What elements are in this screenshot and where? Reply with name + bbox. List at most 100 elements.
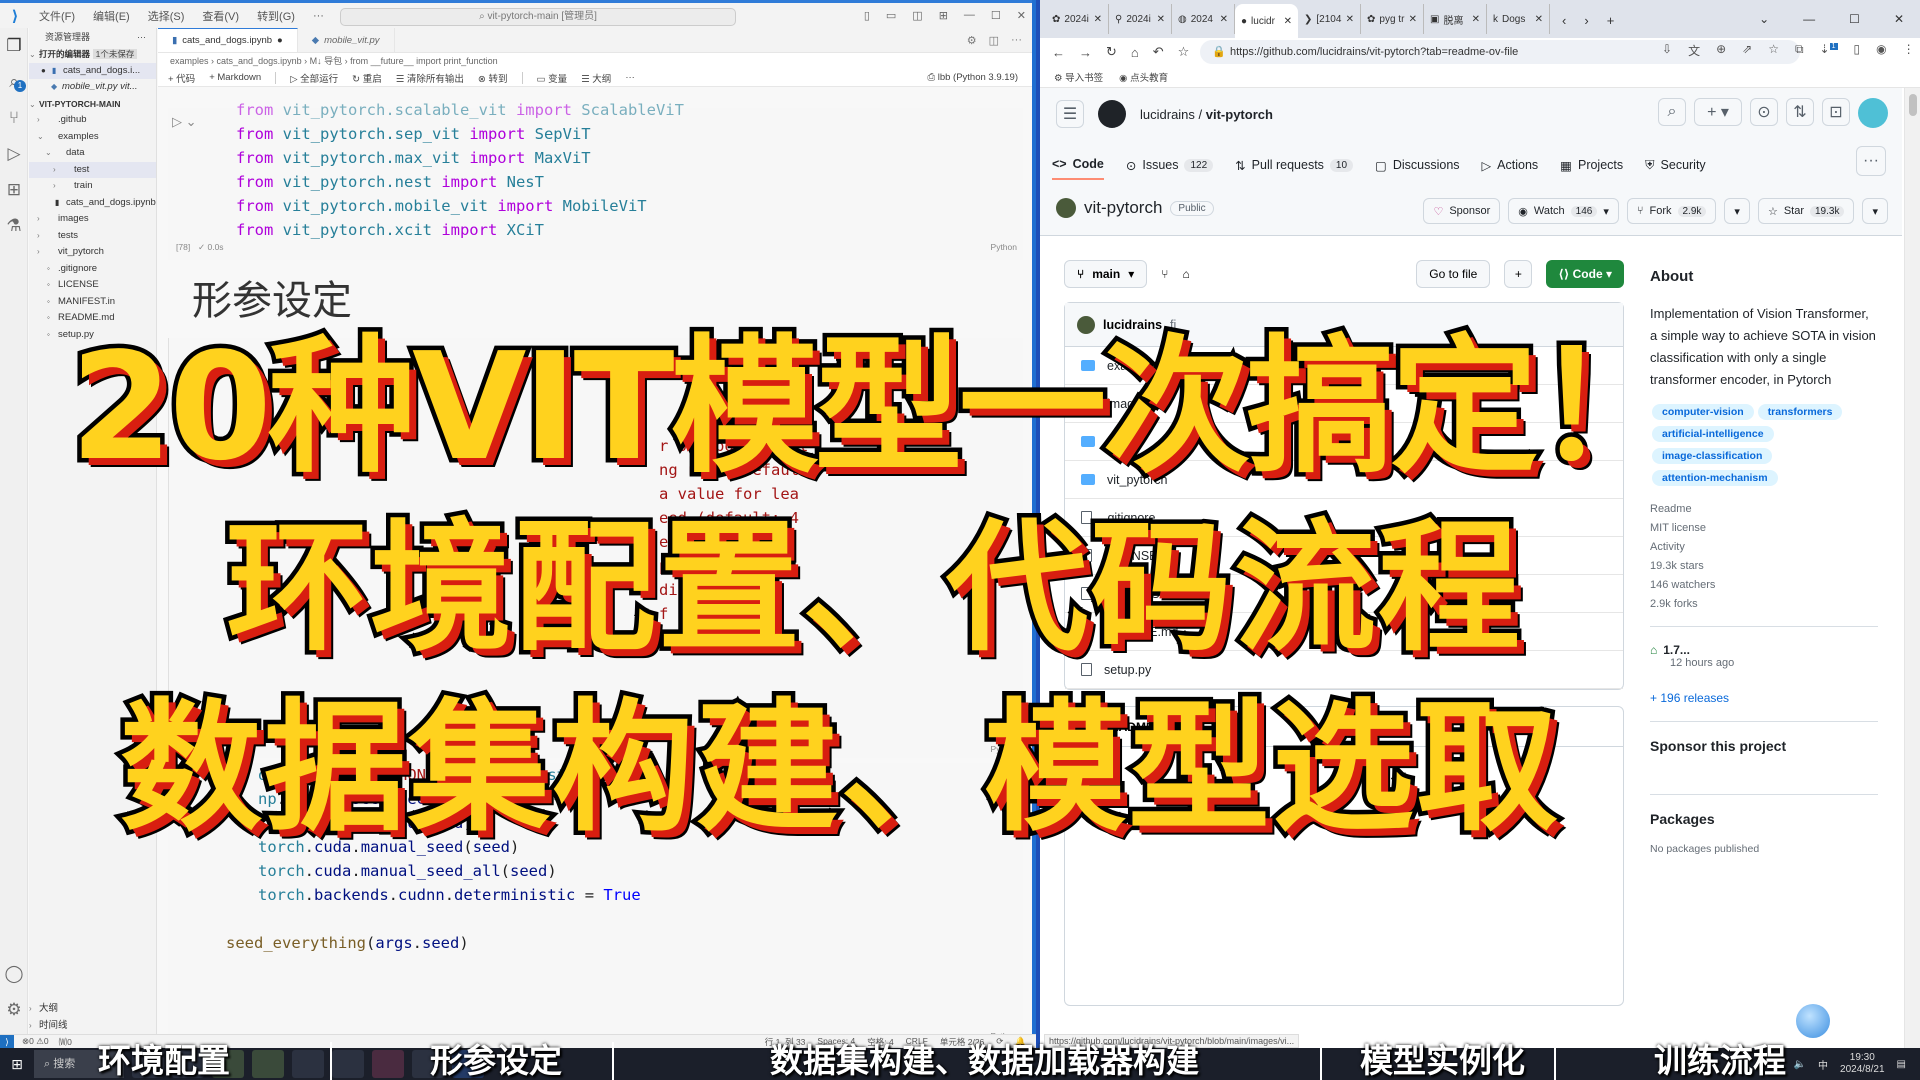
- file-row[interactable]: README.md: [1065, 613, 1623, 651]
- commit-message[interactable]: fi: [1170, 318, 1176, 332]
- commit-message[interactable]: provi: [1293, 359, 1320, 373]
- more-releases-link[interactable]: + 196 releases: [1650, 691, 1878, 705]
- tab-scroll-right-icon[interactable]: ›: [1584, 13, 1588, 28]
- close-icon[interactable]: ✕: [1894, 12, 1904, 26]
- file-name[interactable]: README.md: [1104, 625, 1178, 639]
- notification-center-icon[interactable]: ▤: [1897, 1059, 1906, 1070]
- close-icon[interactable]: ✕: [1017, 9, 1026, 22]
- notifications-icon[interactable]: 🔔: [1015, 1036, 1026, 1048]
- minimize-icon[interactable]: —: [1803, 12, 1815, 26]
- tree-item[interactable]: ⌄ data: [29, 145, 156, 162]
- fork-dropdown[interactable]: ▾: [1724, 198, 1750, 224]
- file-name[interactable]: examples: [1107, 359, 1161, 373]
- tree-item[interactable]: ◦ README.md: [29, 310, 156, 327]
- github-logo-icon[interactable]: [1098, 100, 1126, 128]
- browser-tab[interactable]: ❯ [2104 ✕: [1298, 4, 1361, 34]
- menu-edit[interactable]: 编辑(E): [84, 8, 139, 24]
- taskbar-app-icon[interactable]: [252, 1050, 284, 1078]
- menu-view[interactable]: 查看(V): [193, 8, 248, 24]
- split-icon[interactable]: ◫: [912, 9, 922, 22]
- browser-tab[interactable]: k Dogs ✕: [1487, 4, 1550, 34]
- fork-button[interactable]: ⑂ Fork 2.9k: [1626, 198, 1717, 224]
- bookmark-item[interactable]: ◉ 点头教育: [1119, 70, 1168, 84]
- extensions-icon[interactable]: ⊞: [0, 172, 28, 208]
- profile-icon[interactable]: ◉: [1876, 42, 1886, 59]
- timeline-section[interactable]: › 时间线: [29, 1018, 156, 1035]
- cell-indicator[interactable]: 单元格 2/26: [940, 1036, 984, 1048]
- add-file-button[interactable]: +: [1504, 260, 1533, 288]
- hamburger-menu-icon[interactable]: ☰: [1056, 100, 1084, 128]
- tab-scroll-left-icon[interactable]: ‹: [1562, 13, 1566, 28]
- eol-setting[interactable]: CRLF: [906, 1036, 928, 1048]
- issues-icon[interactable]: ⊙: [1750, 98, 1778, 126]
- layout-icon[interactable]: ▯: [864, 9, 870, 22]
- toolbar-more-button[interactable]: ···: [625, 72, 635, 83]
- topic-tag[interactable]: attention-mechanism: [1652, 470, 1778, 486]
- breadcrumb-item[interactable]: examples: [170, 56, 209, 66]
- volume-icon[interactable]: 🔈: [1794, 1059, 1806, 1070]
- sponsor-button[interactable]: ♡ Sponsor: [1423, 198, 1501, 224]
- browser-tab[interactable]: ✿ pyg tr ✕: [1361, 4, 1424, 34]
- favorite-icon[interactable]: ☆: [1768, 42, 1779, 59]
- open-editor-item[interactable]: ◆ mobile_vit.py vit...: [29, 79, 156, 96]
- settings-gear-icon[interactable]: ⚙: [0, 992, 28, 1028]
- menu-go[interactable]: 转到(G): [248, 8, 304, 24]
- file-name[interactable]: images: [1107, 397, 1147, 411]
- tab-close-icon[interactable]: ✕: [1535, 14, 1543, 25]
- browser-tab[interactable]: ⚲ 2024i ✕: [1109, 4, 1172, 34]
- maximize-icon[interactable]: ☐: [991, 9, 1001, 22]
- testing-icon[interactable]: ⚗: [0, 208, 28, 244]
- owner-link[interactable]: lucidrains: [1140, 107, 1195, 122]
- source-control-icon[interactable]: ⑂: [0, 100, 28, 136]
- taskbar-app-wps-icon[interactable]: [132, 1050, 164, 1078]
- sync-icon[interactable]: ⟳: [996, 1036, 1003, 1048]
- browser-tab[interactable]: ● lucidr ✕: [1235, 4, 1298, 38]
- open-editor-item[interactable]: ● ▮ cats_and_dogs.i...: [29, 62, 156, 79]
- tree-item[interactable]: ◦ MANIFEST.in: [29, 294, 156, 311]
- packages-title[interactable]: Packages: [1650, 811, 1878, 827]
- readme-tab[interactable]: 📖 README: [1065, 707, 1623, 747]
- repo-nav-more-icon[interactable]: ···: [1856, 146, 1886, 176]
- menu-file[interactable]: 文件(F): [30, 8, 84, 24]
- run-debug-icon[interactable]: ▷: [0, 136, 28, 172]
- tree-item[interactable]: › vit_pytorch: [29, 244, 156, 261]
- star-button[interactable]: ☆ Star 19.3k: [1757, 198, 1855, 224]
- remote-icon[interactable]: ⟩: [0, 1034, 14, 1049]
- new-tab-button[interactable]: +: [1607, 13, 1615, 28]
- latest-release[interactable]: ⌂ 1.7...: [1650, 643, 1878, 657]
- translate-icon[interactable]: 文: [1688, 42, 1700, 59]
- indent-setting[interactable]: 空格: 4: [867, 1036, 893, 1048]
- bookmark-item[interactable]: ⚙ 导入书签: [1054, 70, 1103, 84]
- undo-icon[interactable]: ↶: [1153, 44, 1164, 60]
- meta-item[interactable]: 146 watchers: [1650, 579, 1878, 591]
- file-name[interactable]: vit_pytorch: [1107, 473, 1167, 487]
- file-row[interactable]: vit_pytorch: [1065, 461, 1623, 499]
- file-row[interactable]: examples provi: [1065, 347, 1623, 385]
- tree-item[interactable]: ▮ cats_and_dogs.ipynb: [29, 195, 156, 212]
- explorer-icon[interactable]: ❐: [0, 28, 28, 64]
- explorer-more-icon[interactable]: ···: [137, 28, 146, 46]
- taskbar-search[interactable]: ⌕ 搜索: [34, 1050, 124, 1078]
- taskbar-app-icon[interactable]: [412, 1050, 444, 1078]
- repo-title[interactable]: vit-pytorch: [1084, 198, 1162, 218]
- outline-button[interactable]: ☰ 大纲: [581, 71, 611, 85]
- zoom-icon[interactable]: ⊕: [1716, 42, 1726, 59]
- bookmark-star-icon[interactable]: ☆: [1178, 44, 1190, 60]
- file-row[interactable]: .gitignore: [1065, 499, 1623, 537]
- problems-indicator[interactable]: ⊗0 ⚠0: [22, 1036, 49, 1047]
- taskbar-app-vscode-icon[interactable]: [452, 1050, 484, 1078]
- tree-item[interactable]: ⌄ examples: [29, 129, 156, 146]
- cell-source[interactable]: r of epochs to t ng rate (defaul a value f…: [229, 434, 808, 650]
- taskbar-app-icon[interactable]: [172, 1050, 204, 1078]
- repo-tab-security[interactable]: ⛨ Security: [1645, 150, 1706, 180]
- project-root[interactable]: ⌄ VIT-PYTORCH-MAIN: [29, 96, 156, 113]
- search-icon[interactable]: ⌕: [1658, 98, 1686, 126]
- run-all-button[interactable]: ▷ 全部运行: [290, 71, 338, 85]
- file-name[interactable]: MANIFEST.in: [1104, 587, 1179, 601]
- tree-item[interactable]: ◦ .gitignore: [29, 261, 156, 278]
- tags-icon[interactable]: ⌂: [1182, 267, 1189, 281]
- tab-close-icon[interactable]: ✕: [1094, 14, 1102, 25]
- taskbar-app-wechat-icon[interactable]: [212, 1050, 244, 1078]
- tab-cats-and-dogs[interactable]: ▮ cats_and_dogs.ipynb ●: [158, 28, 298, 52]
- minimize-icon[interactable]: —: [964, 9, 975, 22]
